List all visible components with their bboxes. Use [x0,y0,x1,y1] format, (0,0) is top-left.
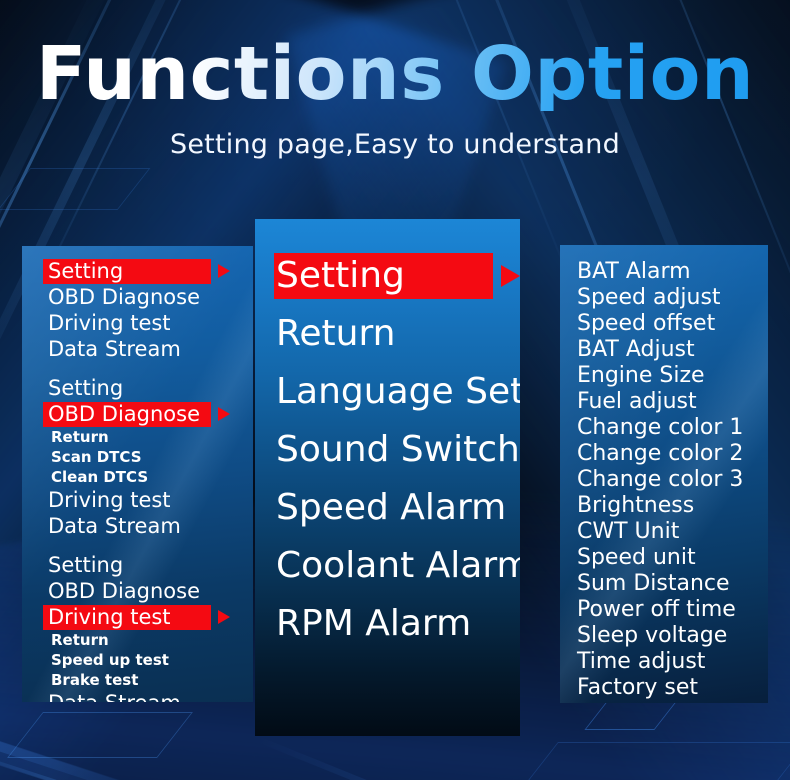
middle-menu-item[interactable]: Speed Alarm [255,479,520,537]
middle-menu-item-label: Setting [276,255,405,296]
left-menu-item[interactable]: OBD Diagnose [22,284,253,310]
triangle-right-icon [501,265,520,287]
left-menu-item-label: Driving test [48,311,171,335]
menu-group-gap [22,539,253,552]
left-menu-item-label: Return [51,631,109,649]
right-menu-item[interactable]: Time adjust [560,649,768,675]
middle-menu-item[interactable]: Setting [255,247,520,305]
left-menu-item-label: Return [51,428,109,446]
left-menu-item-label: Clean DTCS [51,468,149,486]
middle-menu-item[interactable]: Sound Switch [255,421,520,479]
menu-panels: Setting OBD Diagnose Driving test Data Stre… [0,0,790,780]
left-menu-item[interactable]: OBD Diagnose [22,578,253,604]
left-menu-item-label: OBD Diagnose [48,579,201,603]
left-menu-item[interactable]: Driving test [22,487,253,513]
left-menu-item-label: Brake test [51,671,139,689]
left-menu-item-label: Driving test [48,488,171,512]
left-menu-item[interactable]: Data Stream [22,513,253,539]
left-menu-item-label: Setting [48,376,124,400]
right-menu-item[interactable]: Sleep voltage [560,623,768,649]
left-menu-item-label: OBD Diagnose [48,402,201,426]
left-menu-item[interactable]: Return [22,630,253,650]
menu-group-gap [22,362,253,375]
left-menu-item-label: Setting [48,553,124,577]
left-menu-item[interactable]: Setting [22,375,253,401]
left-menu-item-label: Data Stream [48,691,181,702]
left-menu-item-label: Speed up test [51,651,169,669]
left-menu-item-label: Data Stream [48,337,181,361]
left-menu-item[interactable]: OBD Diagnose [22,401,253,427]
middle-menu-item[interactable]: Coolant Alarm [255,537,520,595]
right-menu-item[interactable]: Engine Size [560,363,768,389]
left-menu-item-label: Data Stream [48,514,181,538]
right-menu-item[interactable]: Fuel adjust [560,389,768,415]
left-menu-item[interactable]: Data Stream [22,690,253,702]
middle-menu-item[interactable]: Return [255,305,520,363]
left-menu-item[interactable]: Speed up test [22,650,253,670]
left-menu-item[interactable]: Driving test [22,310,253,336]
left-menu-item[interactable]: Brake test [22,670,253,690]
triangle-right-icon [218,407,230,421]
middle-menu-item[interactable]: Language Set [255,363,520,421]
right-menu-item[interactable]: Change color 2 [560,441,768,467]
middle-menu-item-label: Sound Switch [276,429,520,470]
right-menu-item[interactable]: Factory set [560,675,768,701]
left-menu-item-label: Setting [48,259,124,283]
right-menu-item[interactable]: Change color 3 [560,467,768,493]
right-menu-item[interactable]: Change color 1 [560,415,768,441]
left-menu-item-label: Scan DTCS [51,448,142,466]
right-menu-item[interactable]: Power off time [560,597,768,623]
left-menu-item[interactable]: Setting [22,258,253,284]
right-menu-item[interactable]: Speed adjust [560,285,768,311]
right-menu-item[interactable]: Brightness [560,493,768,519]
right-menu-item[interactable]: Sum Distance [560,571,768,597]
middle-menu-item[interactable]: RPM Alarm [255,595,520,653]
triangle-right-icon [218,610,230,624]
left-menu-item[interactable]: Return [22,427,253,447]
left-menu-item[interactable]: Scan DTCS [22,447,253,467]
triangle-right-icon [218,264,230,278]
right-menu-item[interactable]: BAT Adjust [560,337,768,363]
left-menu-panel: Setting OBD Diagnose Driving test Data Stre… [22,246,253,702]
right-menu-item[interactable]: Speed offset [560,311,768,337]
right-menu-item[interactable]: CWT Unit [560,519,768,545]
middle-menu-item-label: Language Set [276,371,520,412]
middle-menu-item-label: RPM Alarm [276,603,472,644]
left-menu-item[interactable]: Clean DTCS [22,467,253,487]
left-menu-item[interactable]: Data Stream [22,336,253,362]
right-menu-item[interactable]: Speed unit [560,545,768,571]
middle-menu-panel: Setting Return Language Set Sound Switch Spe… [255,219,520,736]
middle-menu-item-label: Speed Alarm [276,487,507,528]
left-menu-item-label: Driving test [48,605,171,629]
middle-menu-item-label: Return [276,313,396,354]
right-menu-item[interactable]: BAT Alarm [560,259,768,285]
right-menu-panel: BAT Alarm Speed adjust Speed offset BAT Adj… [560,245,768,703]
left-menu-item[interactable]: Driving test [22,604,253,630]
left-menu-item[interactable]: Setting [22,552,253,578]
middle-menu-item-label: Coolant Alarm [276,545,520,586]
left-menu-item-label: OBD Diagnose [48,285,201,309]
